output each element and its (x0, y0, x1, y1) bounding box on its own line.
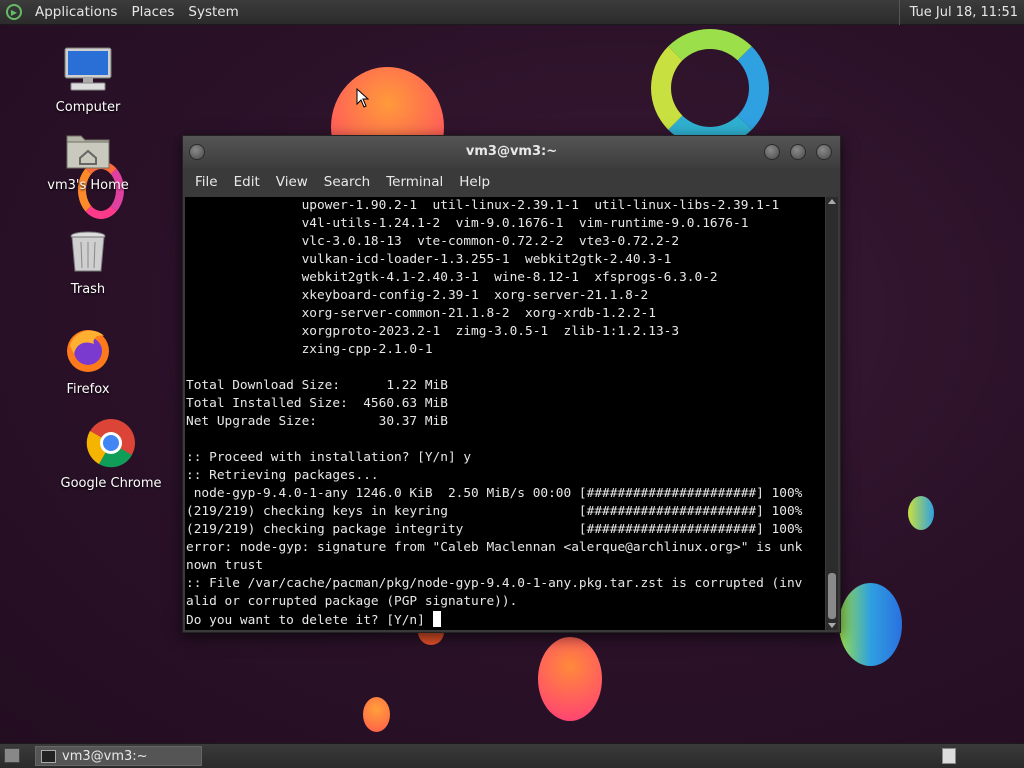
terminal-line: :: Proceed with installation? [Y/n] y (186, 450, 472, 465)
terminal-line: :: Retrieving packages... (186, 468, 379, 483)
terminal-line: Total Installed Size: 4560.63 MiB (186, 396, 448, 411)
terminal-menubar: File Edit View Search Terminal Help (183, 168, 840, 196)
wallpaper-ring (651, 29, 769, 147)
terminal-icon (41, 749, 56, 763)
chrome-icon (60, 418, 162, 472)
taskbar-window-button[interactable]: vm3@vm3:~ (35, 746, 202, 766)
wallpaper-blob (908, 496, 934, 530)
terminal-text: upower-1.90.2-1 util-linux-2.39.1-1 util… (185, 197, 825, 630)
terminal-line: error: node-gyp: signature from "Caleb M… (186, 540, 803, 555)
places-menu[interactable]: Places (124, 0, 181, 25)
window-titlebar[interactable]: vm3@vm3:~ (183, 136, 840, 168)
terminal-line: xorgproto-2023.2-1 zimg-3.0.5-1 zlib-1:1… (186, 324, 680, 339)
applications-menu[interactable]: Applications (28, 0, 124, 25)
desktop-icon-chrome[interactable]: Google Chrome (60, 418, 162, 491)
desktop-icon-trash[interactable]: Trash (38, 230, 138, 297)
distro-logo-icon[interactable]: ▶ (6, 4, 22, 20)
top-panel: ▶ Applications Places System Tue Jul 18,… (0, 0, 1024, 25)
window-title: vm3@vm3:~ (465, 144, 558, 159)
desktop-icon-label: Firefox (66, 382, 110, 397)
desktop-icon-label: Trash (70, 282, 106, 297)
terminal-line: Do you want to delete it? [Y/n] (186, 613, 433, 628)
menu-terminal[interactable]: Terminal (378, 174, 451, 190)
terminal-line: Net Upgrade Size: 30.37 MiB (186, 414, 448, 429)
menu-file[interactable]: File (187, 174, 226, 190)
desktop-icon-label: Computer (55, 100, 121, 115)
terminal-line: nown trust (186, 558, 264, 573)
close-button[interactable] (816, 144, 832, 160)
menu-edit[interactable]: Edit (226, 174, 268, 190)
terminal-scrollbar[interactable] (826, 197, 838, 630)
wallpaper-blob (538, 637, 602, 721)
terminal-line: vulkan-icd-loader-1.3.255-1 webkit2gtk-2… (186, 252, 672, 267)
menu-search[interactable]: Search (316, 174, 378, 190)
desktop-icon-home[interactable]: vm3's Home (38, 130, 138, 193)
wallpaper-blob (839, 583, 902, 666)
terminal-line: upower-1.90.2-1 util-linux-2.39.1-1 util… (186, 198, 780, 213)
system-menu[interactable]: System (181, 0, 245, 25)
trash-icon (38, 230, 138, 278)
desktop-icon-firefox[interactable]: Firefox (38, 326, 138, 397)
bottom-panel: vm3@vm3:~ (0, 743, 1024, 768)
home-folder-icon (38, 130, 138, 174)
mouse-pointer-icon (356, 88, 370, 108)
firefox-icon (38, 326, 138, 378)
workspace-switcher[interactable] (942, 748, 956, 764)
terminal-line: vlc-3.0.18-13 vte-common-0.72.2-2 vte3-0… (186, 234, 680, 249)
terminal-line: xorg-server-common-21.1.8-2 xorg-xrdb-1.… (186, 306, 656, 321)
taskbar-window-label: vm3@vm3:~ (62, 748, 148, 764)
menu-view[interactable]: View (268, 174, 316, 190)
computer-icon (38, 46, 138, 96)
terminal-line: zxing-cpp-2.1.0-1 (186, 342, 433, 357)
terminal-line: :: File /var/cache/pacman/pkg/node-gyp-9… (186, 576, 803, 591)
minimize-button[interactable] (764, 144, 780, 160)
terminal-line: webkit2gtk-4.1-2.40.3-1 wine-8.12-1 xfsp… (186, 270, 718, 285)
window-menu-icon[interactable] (189, 144, 205, 160)
terminal-line: v4l-utils-1.24.1-2 vim-9.0.1676-1 vim-ru… (186, 216, 749, 231)
scroll-down-icon[interactable] (828, 623, 836, 628)
scroll-up-icon[interactable] (828, 199, 836, 204)
terminal-line: node-gyp-9.4.0-1-any 1246.0 KiB 2.50 MiB… (186, 486, 803, 501)
wallpaper-blob (363, 697, 390, 732)
terminal-line: Total Download Size: 1.22 MiB (186, 378, 448, 393)
terminal-line: alid or corrupted package (PGP signature… (186, 594, 518, 609)
menu-help[interactable]: Help (451, 174, 498, 190)
terminal-line: (219/219) checking package integrity [##… (186, 522, 803, 537)
clock[interactable]: Tue Jul 18, 11:51 (898, 0, 1024, 25)
show-desktop-icon[interactable] (4, 748, 20, 763)
terminal-line: xkeyboard-config-2.39-1 xorg-server-21.1… (186, 288, 649, 303)
desktop-icon-label: Google Chrome (60, 476, 162, 491)
desktop-icon-computer[interactable]: Computer (38, 46, 138, 115)
desktop-icon-label: vm3's Home (47, 178, 129, 193)
terminal-window: vm3@vm3:~ File Edit View Search Terminal… (182, 135, 841, 633)
terminal-line: (219/219) checking keys in keyring [####… (186, 504, 803, 519)
scrollbar-thumb[interactable] (828, 573, 836, 619)
terminal-cursor (432, 611, 441, 627)
maximize-button[interactable] (790, 144, 806, 160)
terminal-output[interactable]: upower-1.90.2-1 util-linux-2.39.1-1 util… (185, 197, 825, 630)
